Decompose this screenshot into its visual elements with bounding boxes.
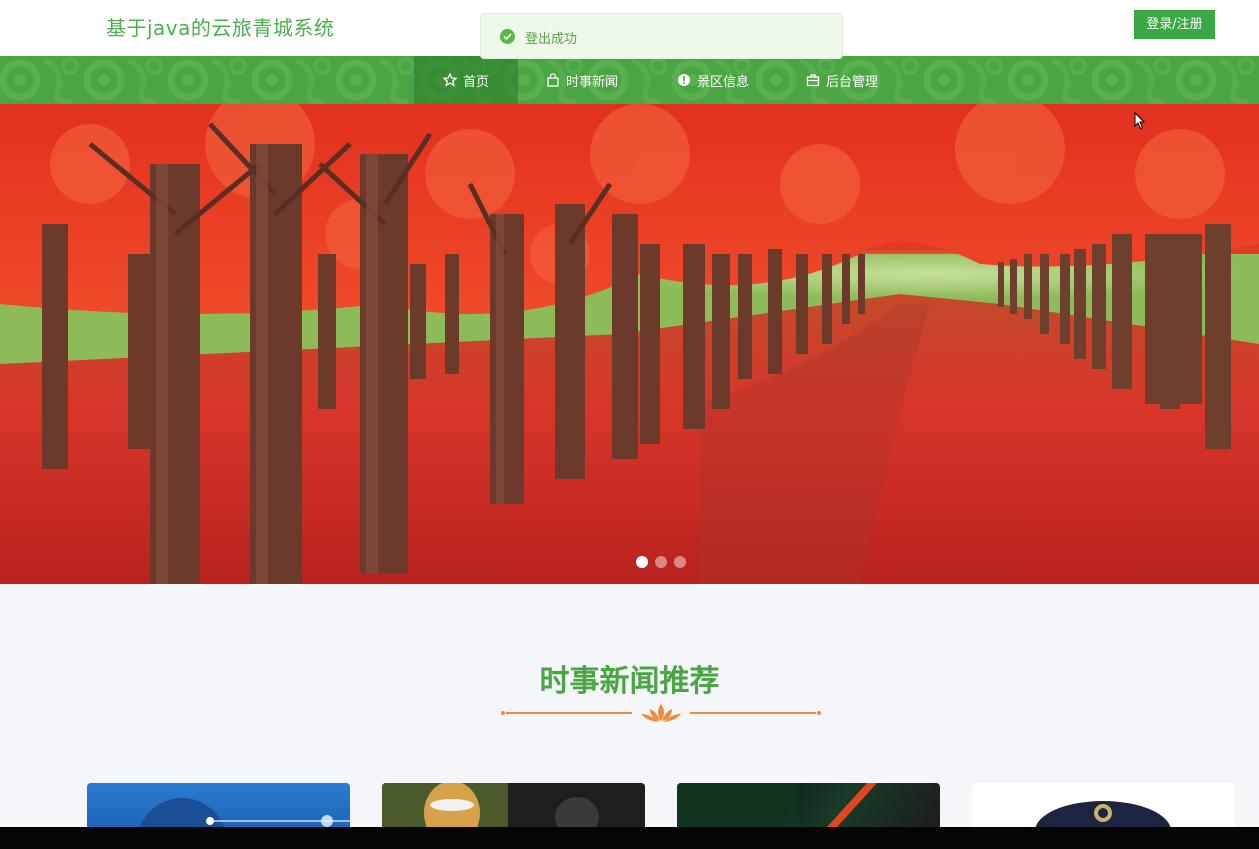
nav-item-label: 首页	[463, 74, 490, 90]
site-title[interactable]: 基于java的云旅青城系统	[106, 12, 334, 41]
screen-bottom-bar	[0, 827, 1259, 849]
bag-icon	[547, 73, 559, 87]
briefcase-icon	[806, 74, 820, 87]
nav-item-scenic-info[interactable]: 景区信息	[648, 56, 778, 104]
news-card-image	[137, 798, 350, 843]
nav-item-home[interactable]: 首页	[414, 56, 518, 104]
nav-item-label: 后台管理	[826, 74, 879, 90]
main-navbar: 首页 时事新闻 景区信息 后台管理	[0, 56, 1259, 104]
news-card-image	[1035, 801, 1171, 843]
news-card-list	[0, 783, 1259, 843]
toast-message: 登出成功	[525, 32, 578, 47]
lotus-divider	[501, 704, 821, 722]
carousel-dot-3[interactable]	[674, 556, 686, 568]
info-icon	[678, 74, 690, 86]
mouse-cursor-icon	[1134, 112, 1146, 130]
carousel-indicators	[636, 556, 686, 568]
star-icon	[443, 73, 457, 87]
nav-item-label: 时事新闻	[566, 74, 619, 90]
nav-item-news[interactable]: 时事新闻	[518, 56, 648, 104]
check-circle-icon	[500, 29, 515, 44]
red-maple-forest-image	[0, 104, 1259, 584]
banner-carousel[interactable]	[0, 104, 1259, 584]
nav-item-label: 景区信息	[697, 74, 750, 90]
carousel-dot-1[interactable]	[636, 556, 648, 568]
login-register-button[interactable]: 登录/注册	[1134, 10, 1215, 39]
lotus-icon	[641, 704, 681, 722]
logout-success-toast: 登出成功	[480, 13, 843, 59]
nav-menu: 首页 时事新闻 景区信息 后台管理	[414, 56, 908, 104]
carousel-dot-2[interactable]	[655, 556, 667, 568]
news-section-title: 时事新闻推荐	[539, 664, 720, 699]
news-card-image	[382, 783, 645, 843]
nav-item-admin[interactable]: 后台管理	[778, 56, 908, 104]
news-card-image	[677, 783, 877, 827]
